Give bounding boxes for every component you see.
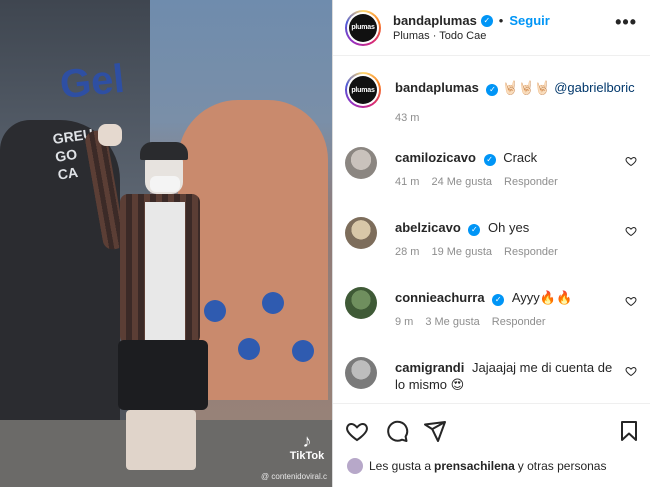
comment-text: Ayyy🔥🔥: [511, 290, 573, 305]
commenter-avatar[interactable]: [345, 147, 377, 179]
caption-mention[interactable]: @gabrielboric: [554, 80, 634, 95]
comment-likes[interactable]: 3 Me gusta: [425, 316, 479, 328]
tiktok-handle: @ contenidoviral.c: [261, 472, 327, 481]
reply-button[interactable]: Responder: [504, 176, 558, 188]
legs: [126, 410, 196, 470]
caption-avatar[interactable]: plumas: [345, 72, 381, 108]
comment-item: abelzicavo ✓ Oh yes 28 m 19 Me gusta Res…: [345, 217, 645, 258]
reply-button[interactable]: Responder: [504, 246, 558, 258]
comment-time: 28 m: [395, 246, 420, 258]
graffiti-lettering: Gel: [57, 56, 127, 108]
tiktok-watermark: ♪ TikTok @ contenidoviral.c: [261, 431, 330, 481]
comment-username[interactable]: camilozicavo: [395, 150, 476, 165]
comment-time: 9 m: [395, 316, 414, 328]
comment-username[interactable]: abelzicavo: [395, 220, 461, 235]
comment-username[interactable]: connieachurra: [395, 290, 485, 305]
post-caption: plumas bandaplumas ✓ 🤘🏻🤘🏻🤘🏻 @gabrielbori…: [345, 72, 645, 124]
likes-prefix: Les gusta a: [369, 459, 432, 473]
share-icon[interactable]: [423, 419, 447, 443]
likes-suffix[interactable]: y otras personas: [518, 459, 607, 473]
comment-time: 41 m: [395, 176, 420, 188]
heart-icon[interactable]: [625, 225, 637, 237]
author-avatar[interactable]: plumas: [345, 9, 381, 46]
caption-emoji: 🤘🏻🤘🏻🤘🏻: [502, 80, 551, 95]
comment-likes[interactable]: 24 Me gusta: [431, 176, 492, 188]
white-tshirt: [145, 202, 185, 342]
heart-icon[interactable]: [345, 419, 369, 443]
avatar-logo: plumas: [349, 13, 377, 42]
follow-button[interactable]: Seguir: [509, 13, 549, 28]
verified-icon: ✓: [483, 153, 496, 166]
instagram-post-view: Gel GREU GO CA ♪ TikTok @ contenidoviral.c: [0, 0, 650, 487]
comment-item: camigrandi Jajaajaj me di cuenta de lo m…: [345, 357, 645, 393]
likes-summary: Les gusta a prensachilena y otras person…: [347, 458, 606, 474]
comment-item: connieachurra ✓ Ayyy🔥🔥 9 m 3 Me gusta Re…: [345, 287, 645, 328]
liker-avatar[interactable]: [347, 458, 363, 474]
bookmark-icon[interactable]: [617, 419, 641, 443]
avatar-logo: plumas: [349, 76, 377, 104]
commenter-avatar[interactable]: [345, 217, 377, 249]
more-icon[interactable]: •••: [615, 12, 637, 33]
comment-item: camilozicavo ✓ Crack 41 m 24 Me gusta Re…: [345, 147, 645, 188]
graffiti-dot: [292, 340, 314, 362]
comment-username[interactable]: camigrandi: [395, 360, 464, 375]
commenter-avatar[interactable]: [345, 287, 377, 319]
comment-text: Crack: [503, 150, 538, 165]
separator-dot: •: [498, 13, 504, 28]
more-options-label: •••: [615, 12, 637, 32]
face-mask: [150, 176, 180, 192]
fist: [98, 124, 122, 146]
person-dancing: [83, 124, 220, 470]
comment-icon[interactable]: [385, 419, 409, 443]
caption-time: 43 m: [395, 112, 420, 124]
author-username[interactable]: bandaplumas: [393, 13, 477, 28]
heart-icon[interactable]: [625, 155, 637, 167]
heart-icon[interactable]: [625, 365, 637, 377]
verified-icon: ✓: [480, 14, 493, 27]
shorts: [118, 340, 208, 410]
post-side-panel: plumas bandaplumas ✓ • Seguir Plumas · T…: [332, 0, 650, 487]
audio-link[interactable]: Plumas · Todo Cae: [393, 30, 550, 42]
heart-icon[interactable]: [625, 295, 637, 307]
liker-username[interactable]: prensachilena: [434, 459, 515, 473]
post-header: plumas bandaplumas ✓ • Seguir Plumas · T…: [333, 0, 650, 56]
commenter-avatar[interactable]: [345, 357, 377, 389]
caption-username[interactable]: bandaplumas: [395, 80, 479, 95]
tiktok-brand: TikTok: [289, 450, 325, 462]
action-bar: [333, 403, 650, 453]
tiktok-icon: ♪: [302, 431, 312, 451]
comment-text: Oh yes: [488, 220, 530, 235]
verified-icon: ✓: [492, 293, 505, 306]
reply-button[interactable]: Responder: [492, 316, 546, 328]
verified-icon: ✓: [468, 223, 481, 236]
post-video[interactable]: Gel GREU GO CA ♪ TikTok @ contenidoviral.c: [0, 0, 332, 487]
verified-icon: ✓: [486, 83, 499, 96]
cap: [140, 142, 188, 160]
comment-likes[interactable]: 19 Me gusta: [431, 246, 492, 258]
graffiti-dot: [238, 338, 260, 360]
graffiti-dot: [262, 292, 284, 314]
